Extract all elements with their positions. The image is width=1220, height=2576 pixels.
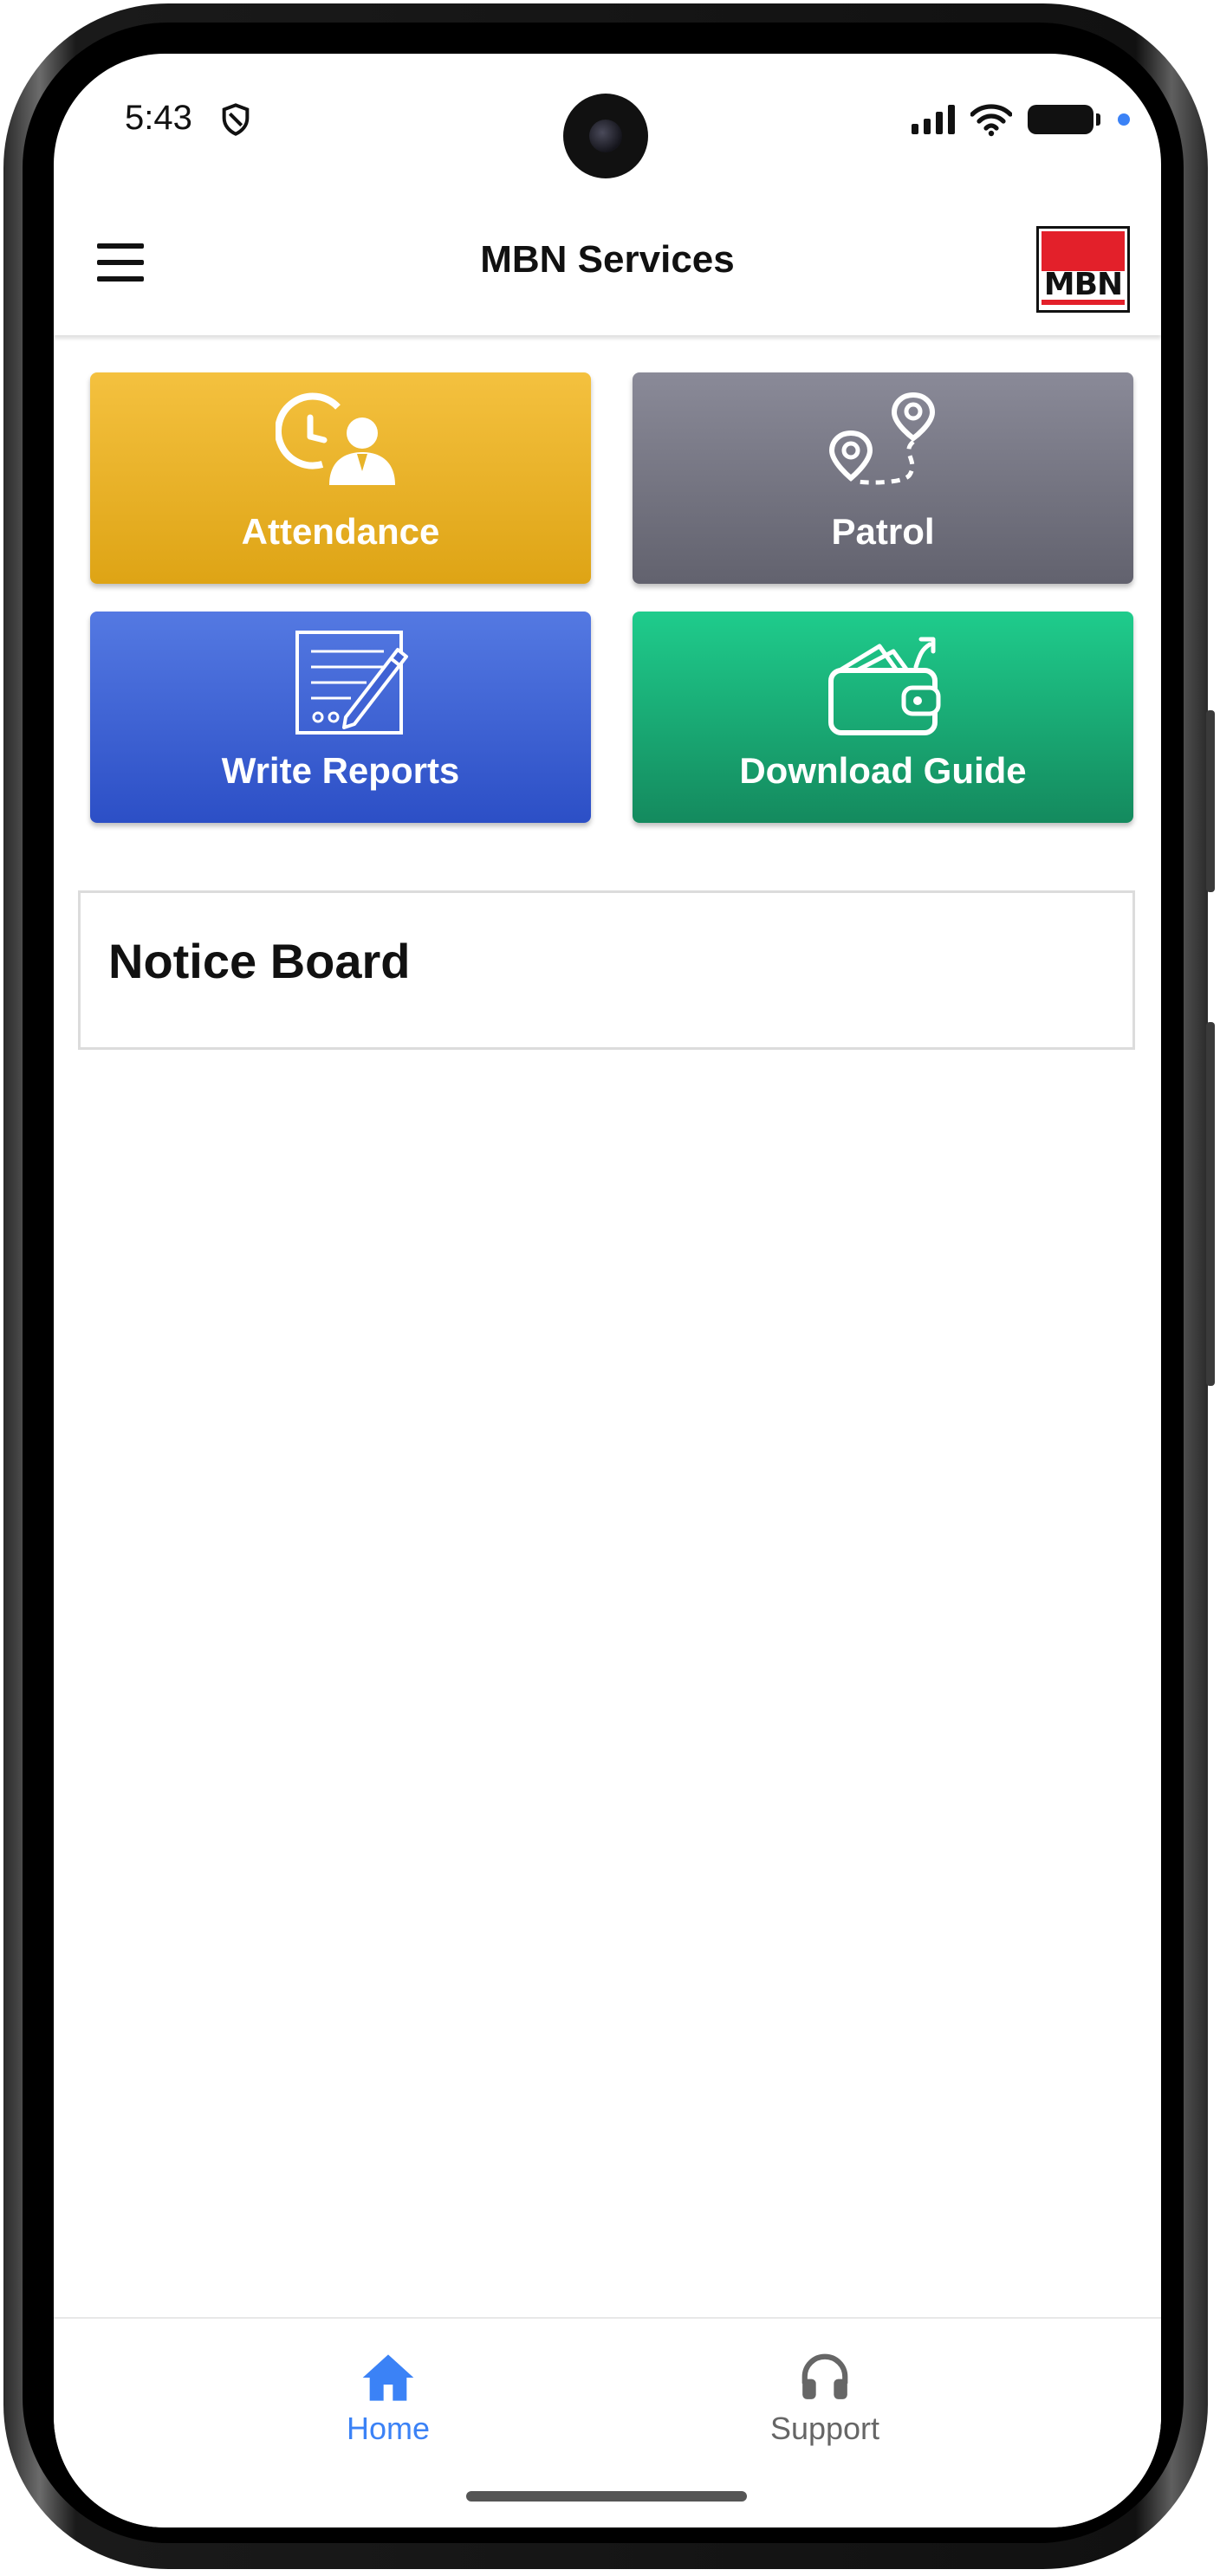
- page-title: MBN Services: [480, 238, 735, 281]
- signal-icon: [912, 105, 955, 134]
- tile-label: Download Guide: [739, 750, 1027, 791]
- tile-label: Write Reports: [221, 750, 460, 791]
- patrol-tile[interactable]: Patrol: [633, 372, 1133, 584]
- shield-icon: [222, 103, 250, 136]
- notification-dot: [1118, 113, 1130, 126]
- power-button: [1206, 710, 1215, 892]
- download-guide-tile[interactable]: Download Guide: [633, 612, 1133, 823]
- status-icons: [912, 100, 1130, 139]
- nav-label-home: Home: [346, 2411, 431, 2446]
- attendance-clock-person-icon: [276, 392, 395, 485]
- tile-label: Attendance: [241, 511, 440, 552]
- notice-board: Notice Board: [78, 890, 1135, 1050]
- nav-label-support: Support: [769, 2411, 880, 2446]
- notice-board-title: Notice Board: [108, 934, 411, 988]
- attendance-tile[interactable]: Attendance: [90, 372, 591, 584]
- write-report-document-icon: [295, 631, 408, 735]
- write-reports-tile[interactable]: Write Reports: [90, 612, 591, 823]
- status-time: 5:43: [125, 99, 192, 137]
- wifi-icon: [970, 104, 1012, 137]
- screen: 5:43 MBN Services MBN Attendance Patrol …: [54, 54, 1161, 2527]
- patrol-route-pins-icon: [828, 392, 936, 485]
- battery-icon: [1028, 105, 1100, 134]
- headphones-icon: [801, 2353, 848, 2399]
- phone-device: 5:43 MBN Services MBN Attendance Patrol …: [0, 0, 1220, 2576]
- mbn-logo: MBN: [1036, 226, 1130, 313]
- app-bar: MBN Services MBN: [54, 197, 1161, 335]
- home-indicator[interactable]: [466, 2491, 747, 2502]
- download-guide-wallet-icon: [828, 637, 941, 735]
- nav-item-home[interactable]: Home: [293, 2343, 483, 2447]
- front-camera: [563, 94, 648, 178]
- home-icon: [362, 2354, 414, 2401]
- volume-button: [1206, 1022, 1215, 1386]
- nav-item-support[interactable]: Support: [730, 2343, 920, 2447]
- tile-label: Patrol: [831, 511, 935, 552]
